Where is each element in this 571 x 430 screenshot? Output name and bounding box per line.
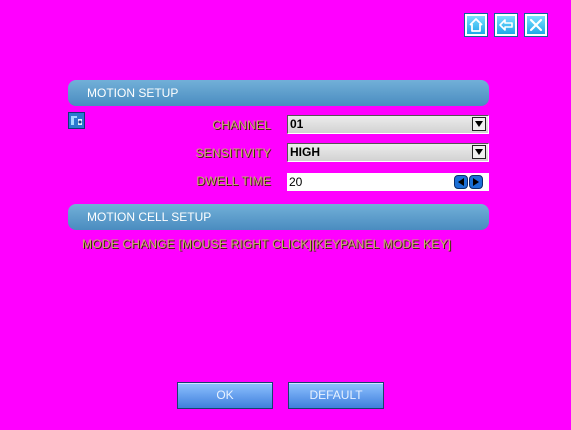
dwell-time-value: 20 — [289, 175, 303, 189]
sensitivity-dropdown-arrow[interactable] — [472, 145, 486, 159]
arrow-right-icon — [473, 178, 479, 186]
motion-setup-header: MOTION SETUP — [68, 80, 489, 106]
home-icon — [469, 18, 483, 32]
motion-cell-setup-header: MOTION CELL SETUP — [68, 204, 489, 230]
channel-value: 01 — [290, 117, 304, 131]
motion-setup-title: MOTION SETUP — [87, 86, 179, 100]
dwell-time-increase-button[interactable] — [469, 175, 483, 189]
sensitivity-label: SENSITIVITY — [195, 146, 271, 160]
channel-dropdown-arrow[interactable] — [472, 117, 486, 131]
chevron-down-icon — [475, 149, 483, 155]
motion-cell-setup-title: MOTION CELL SETUP — [87, 210, 212, 224]
sensitivity-select[interactable]: HIGH — [287, 143, 489, 162]
channel-select[interactable]: 01 — [287, 115, 489, 134]
arrow-left-icon — [458, 178, 464, 186]
home-button[interactable] — [465, 14, 487, 36]
camera-channel-icon — [68, 112, 85, 129]
dwell-time-field[interactable]: 20 — [287, 173, 489, 191]
motion-setup-screen: MOTION SETUP CHANNEL 01 SENSITIVITY HIGH… — [0, 0, 571, 430]
back-arrow-icon — [499, 19, 513, 31]
back-button[interactable] — [495, 14, 517, 36]
mode-change-instruction: MODE CHANGE [MOUSE RIGHT CLICK][KEYPANEL… — [82, 237, 452, 251]
dwell-time-label: DWELL TIME — [196, 174, 271, 188]
close-icon — [529, 18, 543, 32]
chevron-down-icon — [475, 121, 483, 127]
ok-button[interactable]: OK — [177, 382, 273, 409]
dwell-time-decrease-button[interactable] — [454, 175, 468, 189]
channel-label: CHANNEL — [212, 118, 271, 132]
default-button[interactable]: DEFAULT — [288, 382, 384, 409]
sensitivity-value: HIGH — [290, 145, 320, 159]
close-button[interactable] — [525, 14, 547, 36]
